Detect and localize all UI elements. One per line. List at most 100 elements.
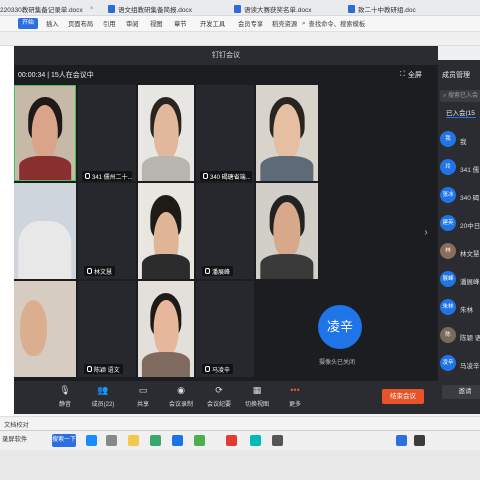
participant-name: 潘展峰: [202, 266, 234, 276]
member-row[interactable]: 我我: [440, 128, 480, 150]
member-search-input[interactable]: ⌕ 搜索已入会: [440, 90, 480, 102]
app-icon[interactable]: [194, 435, 205, 446]
member-row[interactable]: 陈陈颖 语: [440, 324, 480, 346]
video-tile[interactable]: [138, 281, 194, 377]
video-tile[interactable]: [256, 85, 318, 181]
doc-tab[interactable]: 语读大赛获奖名单.docx: [234, 2, 334, 15]
participant-name: 马凌辛: [202, 364, 234, 374]
fullscreen-button[interactable]: ⛶ 全屏: [400, 70, 422, 80]
start-tab[interactable]: 开始: [18, 18, 38, 29]
app-icon[interactable]: [250, 435, 261, 446]
member-row[interactable]: 凌辛 马凌辛: [440, 352, 480, 374]
video-tile-label: 340 碣瑭省端...: [200, 165, 256, 181]
avatar: 展峰: [440, 271, 456, 287]
more-button[interactable]: ••• 更多: [278, 385, 312, 408]
edge-icon[interactable]: [86, 435, 97, 446]
member-row[interactable]: 建英 20中日: [440, 212, 480, 234]
switch-view-button[interactable]: ▦ 切换视图: [240, 385, 274, 408]
member-row[interactable]: 张冰 340 碣: [440, 184, 480, 206]
members-button[interactable]: 👥 成员(22): [86, 385, 120, 408]
video-tile-label: 341 儒州二十...: [82, 165, 136, 181]
doc-tab[interactable]: 致二十中教研组.doc: [348, 2, 448, 15]
video-tile[interactable]: [138, 183, 194, 279]
video-tile[interactable]: [14, 183, 76, 279]
meeting-title: 钉钉会议: [14, 46, 438, 65]
search-button[interactable]: 搜索一下: [52, 434, 76, 447]
member-row[interactable]: 玲 341 儒: [440, 156, 480, 178]
end-meeting-button[interactable]: 结束会议: [382, 389, 424, 404]
tab-joined[interactable]: 已入会(15: [446, 107, 475, 117]
member-name: 340 碣: [460, 195, 480, 202]
menu-item[interactable]: 引用: [103, 19, 116, 28]
doc-tab[interactable]: 220330教研集备记录单.docx ×: [0, 2, 100, 15]
avatar: 我: [440, 131, 456, 147]
participant-name: 341 儒州二十...: [82, 171, 132, 181]
microphone-icon: [203, 173, 208, 179]
invite-button[interactable]: 邀请: [442, 385, 480, 399]
command-search[interactable]: ⌕ 查找命令、搜索模板: [302, 19, 365, 29]
video-tile[interactable]: [256, 183, 318, 279]
menu-item[interactable]: 插入: [46, 19, 59, 28]
record-icon: ◉: [177, 385, 185, 395]
member-row[interactable]: 林林文慧: [440, 240, 480, 262]
taskbar: 录屏软件 搜索一下: [0, 430, 480, 450]
search-icon: ⌕: [302, 19, 306, 27]
status-text: 文档校对: [4, 422, 29, 429]
fullscreen-icon: ⛶: [400, 71, 405, 78]
microphone-icon: [87, 366, 92, 372]
menu-item[interactable]: 章节: [174, 19, 187, 28]
member-row[interactable]: 朱林 朱林: [440, 296, 480, 318]
member-panel: 成员管理 ⌕ 搜索已入会 已入会(15 我我玲 341 儒张冰 340 碣建英 20中…: [438, 60, 480, 414]
word-doc-icon: [108, 4, 115, 13]
dingtalk-icon[interactable]: [172, 435, 183, 446]
wps-icon[interactable]: [226, 435, 237, 446]
video-grid: 341 儒州二十... 340 碣瑭省端... 林文慧 潘展峰 陈颖 语文 马凌…: [14, 85, 418, 381]
member-name: 20中日: [460, 223, 480, 230]
member-name: 341 儒: [460, 167, 480, 174]
chrome-icon[interactable]: [150, 435, 161, 446]
menu-item[interactable]: 页面布局: [68, 19, 93, 28]
member-name: 我: [460, 139, 467, 146]
menu-item[interactable]: 视图: [150, 19, 163, 28]
meeting-toolbar: 🎙 静音 👥 成员(22) ▭ 共享 ◉ 会议录制 ⟳ 会议纪要 ▦ 切换视图 ••• 更多 …: [14, 381, 438, 414]
mute-button[interactable]: 🎙 静音: [48, 385, 82, 408]
avatar: 张冰: [440, 187, 456, 203]
share-button[interactable]: ▭ 共享: [126, 385, 160, 408]
record-button[interactable]: ◉ 会议录制: [164, 385, 198, 408]
folder-icon[interactable]: [128, 435, 139, 446]
member-name: 林文慧: [460, 251, 480, 258]
video-tile[interactable]: [14, 85, 76, 181]
member-name: 陈颖 语: [460, 335, 480, 342]
app-icon[interactable]: [272, 435, 283, 446]
meeting-timer: 00:00:34 | 15人在会议中: [18, 72, 94, 79]
members-icon: 👥: [97, 385, 109, 395]
camera-off-tile[interactable]: 凌辛 摄像头已关闭: [256, 281, 418, 377]
video-tile-empty: 潘展峰: [196, 183, 254, 279]
taskbar-app[interactable]: 录屏软件: [2, 434, 27, 443]
word-doc-icon: [348, 4, 355, 13]
menu-item[interactable]: 会员专享: [238, 19, 263, 28]
wps-menu-bar: 开始 插入 页面布局 引用 审阅 视图 章节 开发工具 会员专享 稻壳资源 ⌕ 查…: [0, 16, 480, 32]
status-bar: 文档校对: [0, 416, 480, 430]
tray-icon[interactable]: [396, 435, 407, 446]
close-icon[interactable]: ×: [90, 5, 94, 12]
microphone-icon: [85, 173, 90, 179]
desktop-strip: [0, 450, 480, 480]
menu-item[interactable]: 开发工具: [200, 19, 225, 28]
share-screen-icon: ▭: [138, 385, 148, 395]
more-icon: •••: [290, 385, 300, 395]
menu-item[interactable]: 稻壳资源: [272, 19, 297, 28]
tray-icon[interactable]: [414, 435, 425, 446]
video-tile-empty: 陈颖 语文: [78, 281, 136, 377]
member-row[interactable]: 展峰 潘展峰: [440, 268, 480, 290]
microphone-icon: 🎙: [59, 385, 71, 395]
next-page-arrow-icon[interactable]: ›: [419, 221, 433, 245]
doc-tab[interactable]: 语文组教研集备简报.docx: [108, 2, 218, 15]
menu-item[interactable]: 审阅: [126, 19, 139, 28]
minutes-button[interactable]: ⟳ 会议纪要: [202, 385, 236, 408]
task-view-icon[interactable]: [106, 435, 117, 446]
video-tile[interactable]: [138, 85, 194, 181]
avatar: 陈: [440, 327, 456, 343]
video-tile[interactable]: [14, 281, 76, 377]
avatar: 林: [440, 243, 456, 259]
